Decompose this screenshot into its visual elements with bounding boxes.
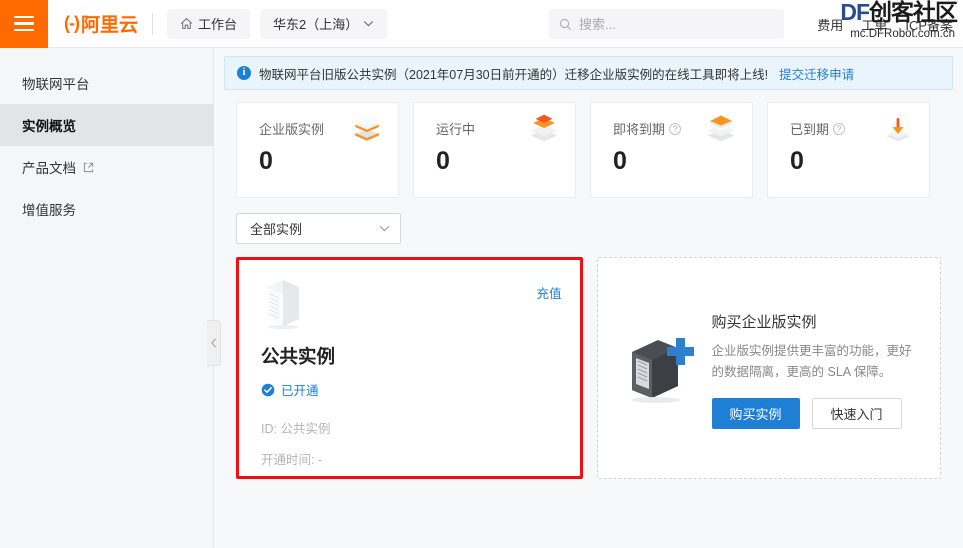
stats-row: 企业版实例 0 运行中 0 即将到期 ? 0 已到期 ? 0 (214, 90, 963, 198)
region-label: 华东2（上海） (273, 17, 359, 32)
instance-row: 充值 公共实例 已开通 ID: 公共实例 开通时间: - 购买企业版实例 企业版… (214, 244, 963, 479)
instance-filter-value: 全部实例 (250, 222, 303, 237)
buy-instance-button[interactable]: 购买实例 (711, 398, 800, 429)
server-tower-icon (267, 280, 299, 330)
stack-expiring-icon (707, 115, 735, 142)
public-instance-card[interactable]: 充值 公共实例 已开通 ID: 公共实例 开通时间: - (236, 257, 583, 479)
stat-value: 0 (436, 147, 450, 175)
main-content: i 物联网平台旧版公共实例（2021年07月30日前开通的）迁移企业版实例的在线… (214, 48, 963, 548)
quickstart-button[interactable]: 快速入门 (811, 398, 902, 429)
header-link-ticket[interactable]: 工单 (861, 15, 887, 34)
promo-body: 购买企业版实例 企业版实例提供更丰富的功能，更好的数据隔离，更高的 SLA 保障… (711, 307, 922, 429)
stat-value: 0 (790, 147, 804, 175)
instance-filter-select[interactable]: 全部实例 (236, 213, 401, 244)
instance-title: 公共实例 (261, 346, 336, 367)
page-root: (-) 阿里云 工作台 华东2（上海） 费用 工单 ICP备 (0, 0, 963, 548)
header-link-fee[interactable]: 费用 (817, 15, 843, 34)
header-link-icp[interactable]: ICP备案 (905, 15, 953, 34)
check-circle-icon (261, 383, 275, 396)
stat-label: 运行中 (436, 122, 476, 137)
workbench-button[interactable]: 工作台 (167, 8, 251, 39)
region-selector[interactable]: 华东2（上海） (260, 8, 388, 39)
sidebar-item-iot-platform[interactable]: 物联网平台 (0, 62, 213, 104)
chevron-down-icon (379, 225, 390, 232)
workbench-label: 工作台 (198, 17, 238, 32)
hamburger-icon[interactable] (0, 0, 48, 48)
chevron-left-icon (210, 338, 216, 348)
migration-notice-banner: i 物联网平台旧版公共实例（2021年07月30日前开通的）迁移企业版实例的在线… (224, 56, 953, 90)
header-links: 费用 工单 ICP备案 (817, 0, 953, 48)
instance-status-label: 已开通 (281, 384, 319, 398)
header-divider (152, 12, 153, 35)
stat-card-expiring-soon: 即将到期 ? 0 (590, 102, 753, 198)
stat-value: 0 (613, 147, 627, 175)
external-link-icon (83, 162, 94, 172)
sidebar-item-label: 产品文档 (22, 161, 76, 176)
banner-text: 物联网平台旧版公共实例（2021年07月30日前开通的）迁移企业版实例的在线工具… (259, 67, 769, 82)
sidebar-item-value-added-services[interactable]: 增值服务 (0, 188, 213, 230)
promo-description: 企业版实例提供更丰富的功能，更好的数据隔离，更高的 SLA 保障。 (711, 344, 912, 379)
stat-label: 即将到期 (613, 122, 666, 137)
logo-mark-icon: (-) (64, 13, 80, 33)
help-icon[interactable]: ? (669, 122, 682, 135)
sidebar-item-label: 增值服务 (22, 203, 76, 218)
stack-running-icon (530, 114, 558, 142)
search-box[interactable] (549, 9, 784, 39)
banner-apply-link[interactable]: 提交迁移申请 (779, 64, 854, 83)
stat-card-running: 运行中 0 (413, 102, 576, 198)
stat-label: 已到期 (790, 122, 830, 137)
sidebar-item-label: 实例概览 (22, 119, 76, 134)
sidebar-item-product-docs[interactable]: 产品文档 (0, 146, 213, 188)
sidebar-item-instance-overview[interactable]: 实例概览 (0, 104, 213, 146)
filter-row: 全部实例 (214, 198, 963, 244)
sidebar-collapse-handle[interactable] (207, 320, 221, 366)
logo-text: 阿里云 (80, 15, 138, 36)
aliyun-logo[interactable]: (-) 阿里云 (64, 10, 138, 37)
promo-buttons: 购买实例 快速入门 (711, 398, 922, 429)
instance-open-time: 开通时间: - (261, 453, 323, 467)
enterprise-server-plus-icon (631, 338, 694, 403)
search-input[interactable] (579, 16, 774, 32)
sidebar: 物联网平台 实例概览 产品文档 增值服务 (0, 48, 214, 548)
promo-title: 购买企业版实例 (711, 314, 817, 331)
stack-layers-icon (353, 114, 381, 142)
topup-link[interactable]: 充值 (537, 283, 562, 302)
chevron-down-icon (363, 20, 374, 27)
stat-label: 企业版实例 (259, 122, 325, 137)
stat-card-expired: 已到期 ? 0 (767, 102, 930, 198)
home-icon (180, 18, 193, 29)
info-icon: i (237, 66, 251, 80)
instance-id: ID: 公共实例 (261, 422, 331, 436)
enterprise-promo-card: 购买企业版实例 企业版实例提供更丰富的功能，更好的数据隔离，更高的 SLA 保障… (596, 257, 941, 479)
stat-value: 0 (259, 147, 273, 175)
help-icon[interactable]: ? (833, 122, 846, 135)
stat-card-enterprise-instances: 企业版实例 0 (236, 102, 399, 198)
instance-status: 已开通 (261, 380, 560, 399)
download-expired-icon (886, 118, 910, 142)
sidebar-item-label: 物联网平台 (22, 77, 90, 92)
search-icon (559, 18, 572, 30)
top-header: (-) 阿里云 工作台 华东2（上海） 费用 工单 ICP备 (0, 0, 963, 48)
